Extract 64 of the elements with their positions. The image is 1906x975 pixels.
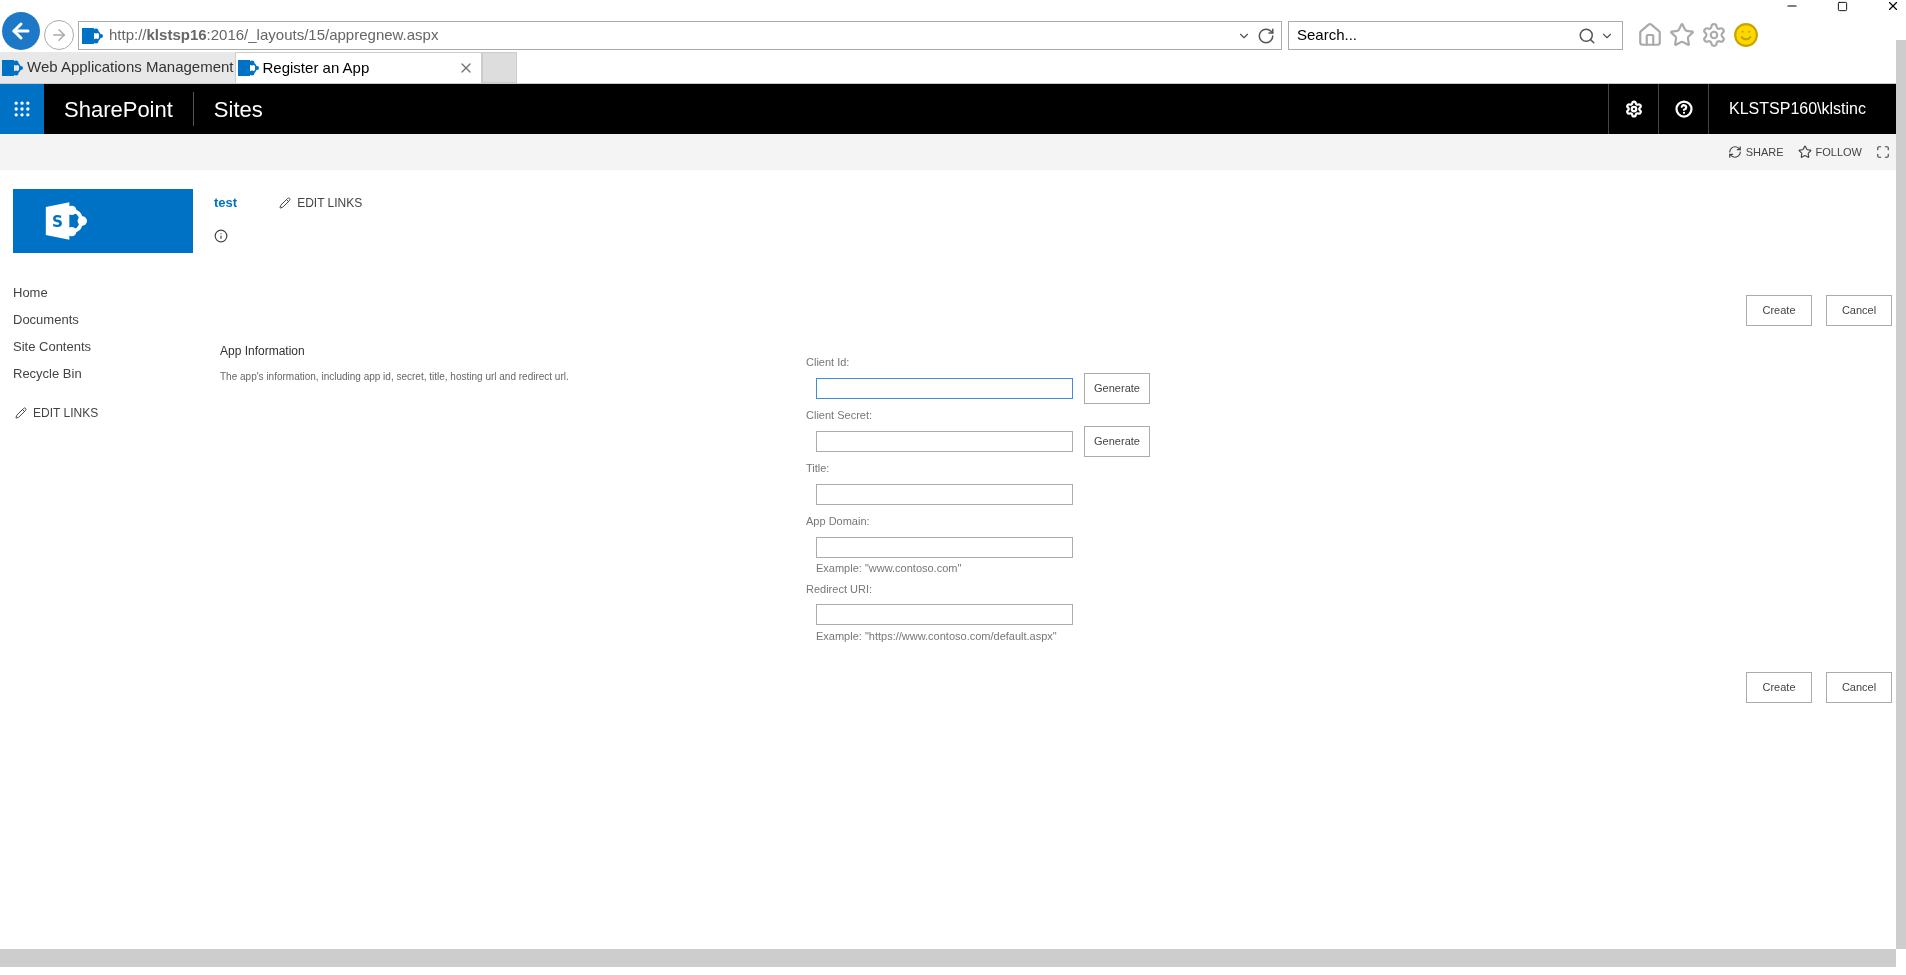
browser-tab[interactable]: Register an App	[234, 52, 482, 83]
edit-links[interactable]: EDIT LINKS	[15, 404, 207, 422]
pencil-icon[interactable]	[279, 196, 292, 209]
pencil-icon[interactable]	[15, 407, 27, 419]
tab-label: Register an App	[262, 57, 371, 78]
field-hint: Example: "https://www.contoso.com/default.aspx"	[815, 628, 1058, 644]
field-label: Client Secret:	[806, 408, 874, 422]
text-field[interactable]	[816, 604, 1073, 625]
text-field[interactable]	[816, 377, 1073, 399]
nav-link[interactable]: Documents	[13, 310, 207, 328]
sharepoint-icon	[1, 57, 23, 78]
tab-label: Web Applications Management	[27, 57, 234, 78]
sites-link[interactable]: Sites	[193, 84, 283, 134]
nav-link[interactable]: Recycle Bin	[13, 364, 207, 382]
smiley-icon[interactable]	[1733, 22, 1759, 48]
section-title: App Information	[220, 343, 306, 360]
waffle-icon[interactable]	[12, 99, 32, 119]
restore-icon[interactable]	[1837, 0, 1848, 12]
nav-link[interactable]: Home	[13, 283, 207, 301]
app-launcher-button[interactable]	[0, 84, 44, 134]
field-label: Title:	[806, 461, 831, 475]
search-icon[interactable]	[1578, 26, 1596, 45]
sharepoint-icon	[81, 25, 103, 46]
star-icon[interactable]	[1797, 145, 1812, 159]
create-button[interactable]: Create	[1746, 672, 1812, 703]
settings-icon[interactable]	[1624, 100, 1643, 118]
cancel-button[interactable]: Cancel	[1826, 672, 1892, 703]
text-field[interactable]	[816, 536, 1073, 558]
section-description: The app's information, including app id, secret, title, hosting url and redirect url.	[220, 370, 570, 384]
back-button[interactable]	[2, 12, 40, 50]
brand-name[interactable]: SharePoint	[44, 84, 193, 134]
favorites-icon[interactable]	[1669, 22, 1695, 48]
site-title[interactable]: test	[214, 193, 238, 213]
cancel-button[interactable]: Cancel	[1826, 295, 1892, 326]
search-box[interactable]: Search...	[1288, 21, 1623, 50]
url-text: http://klstsp16:2016/_layouts/15/appregnew.aspx	[109, 25, 440, 46]
action-link[interactable]: SHARE	[1727, 143, 1784, 161]
search-field[interactable]: Search...	[1297, 24, 1578, 47]
focus-icon[interactable]	[1876, 145, 1890, 159]
home-icon[interactable]	[1637, 22, 1663, 48]
vertical-scrollbar[interactable]	[1896, 40, 1906, 949]
action-link[interactable]: FOLLOW	[1797, 143, 1862, 161]
sharepoint-logo: S	[43, 201, 91, 241]
refresh-icon[interactable]	[1257, 26, 1275, 45]
field-label: Redirect URI:	[806, 581, 874, 596]
generate-button[interactable]: Generate	[1084, 372, 1150, 404]
text-field[interactable]	[816, 483, 1073, 505]
field-label: App Domain:	[806, 514, 871, 528]
generate-button[interactable]: Generate	[1084, 425, 1150, 457]
address-bar[interactable]: http://klstsp16:2016/_layouts/15/appregnew.aspx	[78, 21, 1282, 50]
sharepoint-icon	[236, 58, 259, 78]
create-button[interactable]: Create	[1746, 295, 1812, 326]
field-hint: Example: "www.contoso.com"	[815, 561, 963, 576]
share-icon[interactable]	[1727, 145, 1742, 159]
browser-tab[interactable]: Web Applications Management	[0, 52, 235, 83]
edit-links[interactable]: EDIT LINKS	[279, 193, 363, 212]
site-logo[interactable]: S	[13, 189, 193, 253]
horizontal-scrollbar[interactable]	[0, 949, 1896, 967]
nav-link[interactable]: Site Contents	[13, 337, 207, 355]
text-field[interactable]	[816, 430, 1073, 452]
close-icon[interactable]	[1886, 0, 1900, 13]
field-label: Client Id:	[806, 355, 851, 369]
info-icon[interactable]	[214, 228, 228, 243]
help-icon[interactable]	[1674, 100, 1693, 118]
